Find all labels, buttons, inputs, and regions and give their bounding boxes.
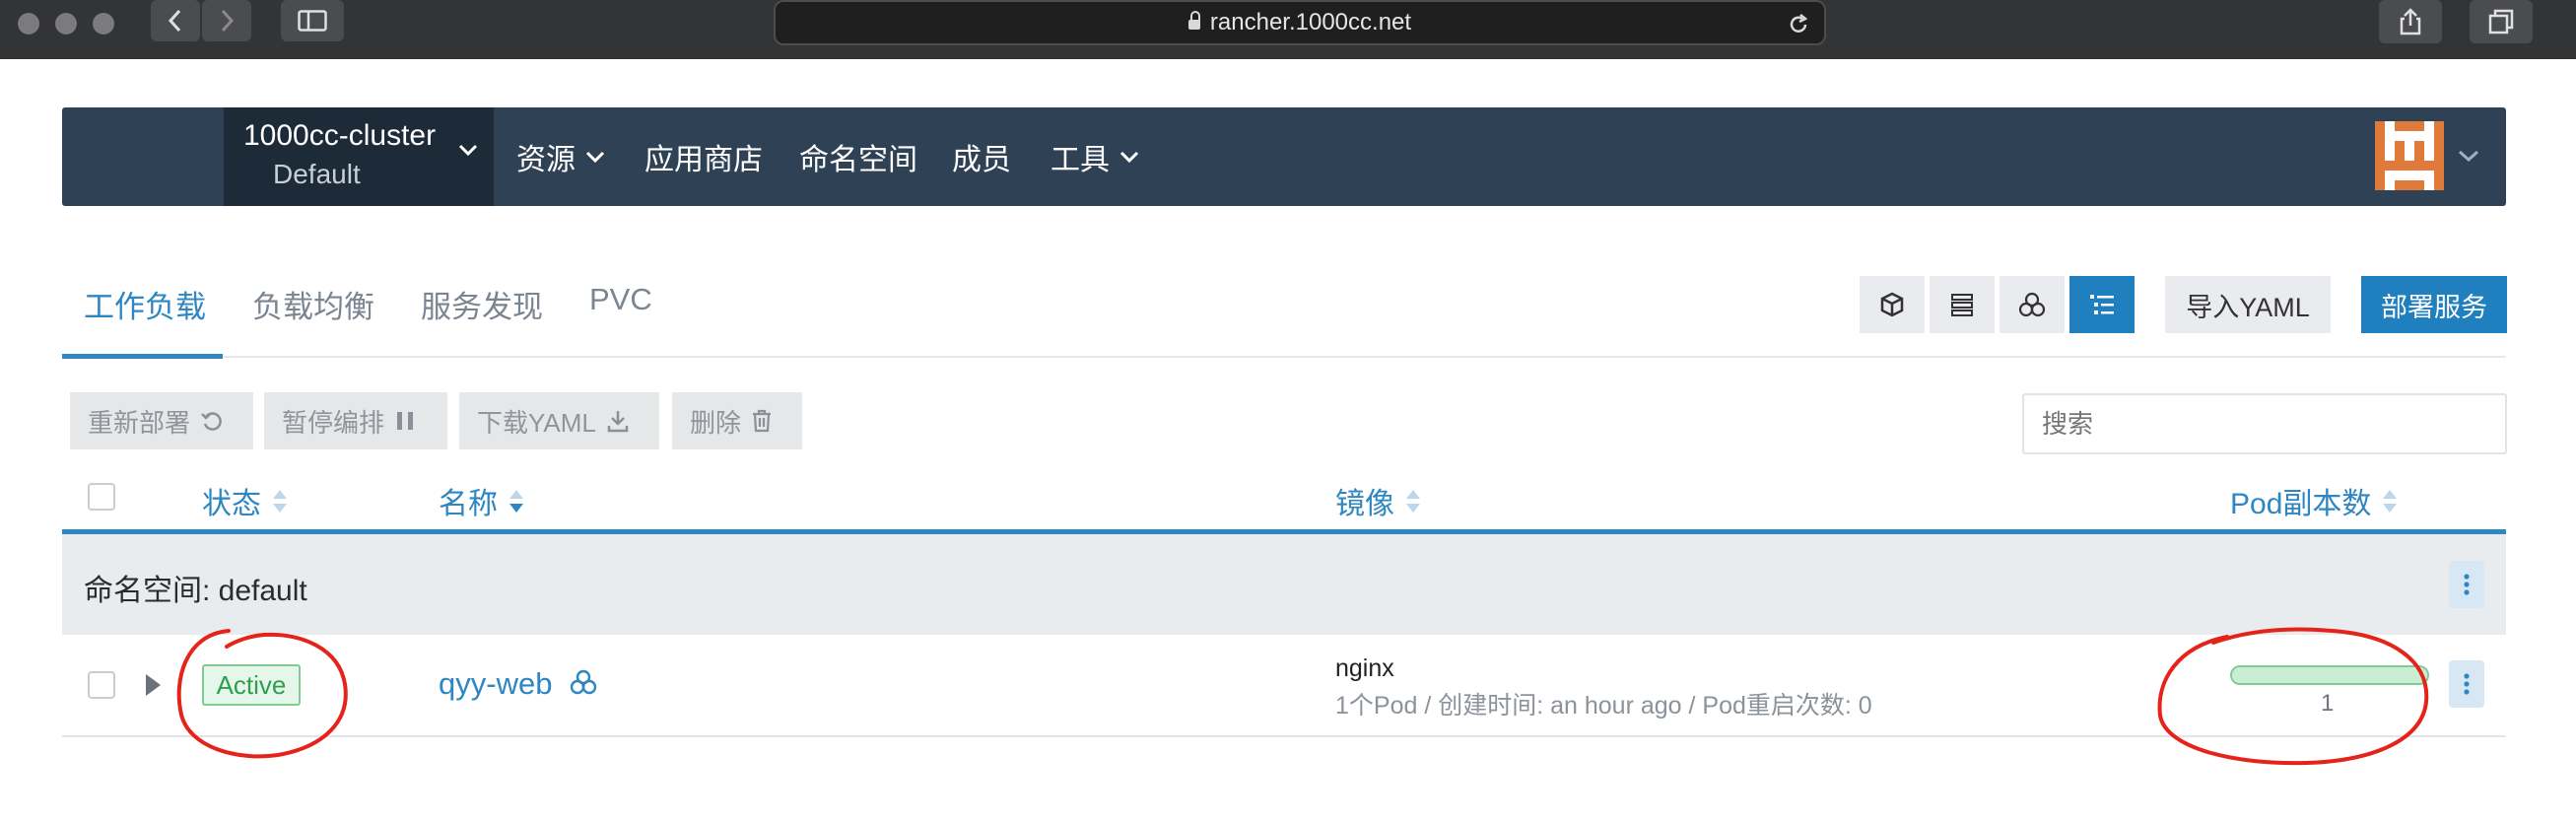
- column-header-name[interactable]: 名称: [439, 479, 523, 522]
- cubes-icon: [2018, 292, 2046, 317]
- select-all-checkbox[interactable]: [88, 483, 115, 511]
- chevron-down-icon: [1119, 151, 1139, 164]
- user-menu[interactable]: [2375, 120, 2493, 191]
- sidebar-icon: [298, 10, 327, 32]
- workload-name-link[interactable]: qyy-web: [439, 666, 598, 702]
- chevron-right-icon: [221, 9, 235, 33]
- status-badge: Active: [202, 664, 301, 706]
- pause-label: 暂停编排: [282, 407, 385, 438]
- maximize-window-button[interactable]: [93, 13, 114, 34]
- workload-name: qyy-web: [439, 666, 553, 701]
- pod-progress-fill: [2232, 667, 2427, 683]
- redeploy-icon: [201, 412, 222, 431]
- tab-service-discovery[interactable]: 服务发现: [421, 282, 543, 326]
- cube-icon: [1880, 292, 1904, 317]
- redeploy-button[interactable]: 重新部署: [70, 392, 253, 449]
- kebab-icon: [2464, 574, 2470, 595]
- minimize-window-button[interactable]: [55, 13, 77, 34]
- image-name: nginx: [1335, 654, 1394, 682]
- tab-workloads[interactable]: 工作负载: [84, 282, 206, 326]
- nav-item-members[interactable]: 成员: [952, 107, 1011, 206]
- row-checkbox[interactable]: [88, 671, 115, 699]
- delete-button[interactable]: 删除: [672, 392, 802, 449]
- close-window-button[interactable]: [18, 13, 39, 34]
- download-yaml-button[interactable]: 下载YAML: [459, 392, 659, 449]
- column-label: Pod副本数: [2230, 488, 2372, 520]
- list-icon: [1951, 294, 1973, 316]
- sort-icon: [509, 489, 523, 513]
- column-header-state[interactable]: 状态: [202, 479, 287, 522]
- chevron-down-icon: [458, 144, 478, 157]
- chevron-left-icon: [168, 9, 181, 33]
- download-icon: [607, 411, 629, 433]
- nav-item-namespaces[interactable]: 命名空间: [799, 107, 917, 206]
- pause-orchestration-button[interactable]: 暂停编排: [264, 392, 447, 449]
- kebab-icon: [2464, 673, 2470, 695]
- view-cube-button[interactable]: [1860, 276, 1925, 333]
- pod-progress-bar: [2230, 665, 2429, 685]
- project-name: Default: [273, 159, 361, 189]
- caret-right-icon: [146, 674, 161, 696]
- grouped-list-icon: [2090, 295, 2114, 314]
- nav-item-label: 工具: [1051, 144, 1110, 176]
- cubes-icon: [570, 669, 597, 695]
- sort-icon: [1406, 489, 1420, 513]
- nav-item-label: 命名空间: [799, 144, 917, 176]
- avatar: [2375, 121, 2444, 190]
- cluster-name: 1000cc-cluster: [243, 119, 437, 152]
- column-label: 状态: [202, 488, 261, 520]
- annotation-circle-pods: [2157, 627, 2429, 766]
- view-grouped-list-button[interactable]: [2069, 276, 2135, 333]
- row-actions-button[interactable]: [2449, 660, 2484, 708]
- sort-icon: [273, 489, 287, 513]
- address-bar[interactable]: rancher.1000cc.net: [774, 0, 1826, 45]
- view-cubes-button[interactable]: [2000, 276, 2065, 333]
- tabs-icon: [2488, 9, 2514, 34]
- tabs-overview-button[interactable]: [2470, 0, 2533, 43]
- lock-icon: [1187, 11, 1200, 30]
- back-button[interactable]: [151, 0, 200, 41]
- active-tab-indicator: [62, 354, 223, 359]
- chevron-down-icon: [585, 151, 605, 164]
- import-yaml-button[interactable]: 导入YAML: [2165, 276, 2331, 333]
- workload-details: 1个Pod / 创建时间: an hour ago / Pod重启次数: 0: [1335, 692, 1872, 720]
- url-text: rancher.1000cc.net: [1209, 9, 1412, 35]
- sort-icon: [2383, 489, 2398, 513]
- row-divider: [62, 735, 2506, 737]
- tab-load-balancing[interactable]: 负载均衡: [252, 282, 374, 326]
- column-label: 镜像: [1335, 488, 1394, 520]
- namespace-group-label: 命名空间: default: [84, 575, 307, 607]
- delete-label: 删除: [690, 407, 742, 438]
- trash-icon: [753, 409, 772, 433]
- share-icon: [2400, 8, 2421, 35]
- nav-item-tools[interactable]: 工具: [1051, 107, 1139, 206]
- chevron-down-icon: [2459, 150, 2478, 163]
- nav-item-label: 应用商店: [644, 144, 763, 176]
- share-button[interactable]: [2379, 0, 2442, 43]
- namespace-group-row: [62, 534, 2506, 635]
- nav-item-app-store[interactable]: 应用商店: [644, 107, 763, 206]
- namespace-actions-button[interactable]: [2449, 561, 2484, 608]
- pod-count: 1: [2321, 690, 2335, 717]
- column-label: 名称: [439, 488, 498, 520]
- view-list-button[interactable]: [1930, 276, 1995, 333]
- nav-item-label: 资源: [516, 144, 576, 176]
- nav-item-label: 成员: [952, 144, 1011, 176]
- column-header-image[interactable]: 镜像: [1335, 479, 1420, 522]
- deploy-service-button[interactable]: 部署服务: [2361, 276, 2507, 333]
- reload-icon[interactable]: [1787, 13, 1810, 36]
- tabs-divider: [62, 356, 2506, 358]
- forward-button[interactable]: [202, 0, 251, 41]
- cluster-project-switcher[interactable]: 1000cc-cluster Default: [224, 107, 494, 206]
- redeploy-label: 重新部署: [88, 407, 191, 438]
- download-label: 下载YAML: [477, 407, 596, 438]
- sidebar-toggle-button[interactable]: [281, 0, 344, 41]
- expand-row-button[interactable]: [143, 672, 163, 698]
- tab-pvc[interactable]: PVC: [589, 282, 652, 317]
- search-input[interactable]: [2022, 393, 2507, 454]
- nav-item-resources[interactable]: 资源: [516, 107, 605, 206]
- pause-icon: [397, 412, 414, 430]
- column-header-pods[interactable]: Pod副本数: [2230, 479, 2398, 522]
